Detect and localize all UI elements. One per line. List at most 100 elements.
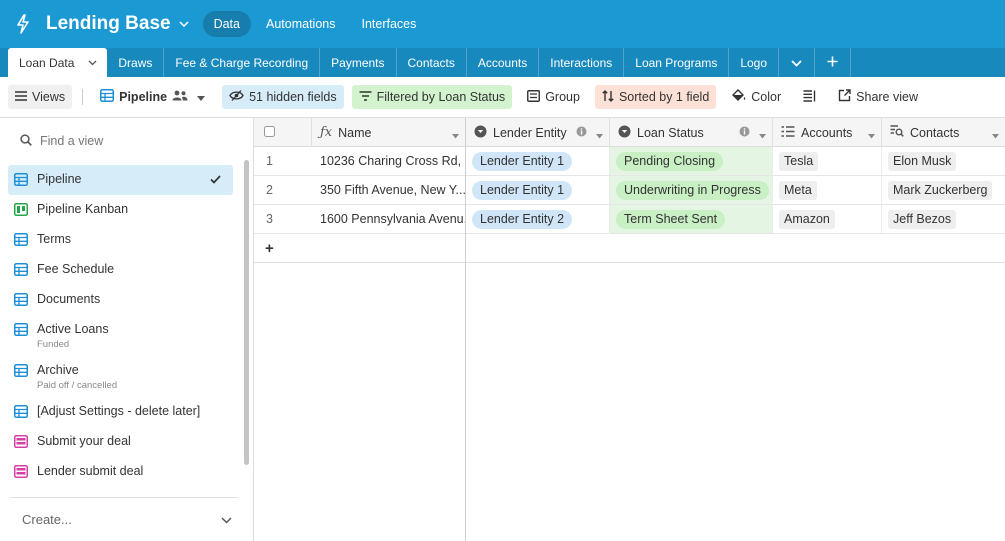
cell-loan-status[interactable]: Pending Closing [610, 147, 773, 175]
more-tabs-button[interactable] [779, 48, 816, 77]
linked-record-chip[interactable]: Meta [779, 180, 817, 200]
group-button[interactable]: Group [520, 85, 587, 109]
formula-icon: ƒx [320, 125, 333, 140]
sidebar-item-fee-schedule[interactable]: Fee Schedule [8, 255, 233, 285]
sidebar-item-lender-submit-deal[interactable]: Lender submit deal [8, 457, 233, 487]
tab-logo[interactable]: Logo [729, 48, 780, 77]
cell-lender-entity[interactable]: Lender Entity 1 [466, 176, 610, 204]
chevron-down-icon[interactable] [992, 128, 999, 142]
grid-view-icon [14, 405, 28, 421]
divider [10, 497, 238, 498]
nav-automations[interactable]: Automations [255, 11, 346, 37]
column-header-contacts[interactable]: Contacts [882, 118, 1005, 147]
cell-name[interactable]: 1600 Pennsylvania Avenu... [312, 205, 466, 233]
sidebar-item-pipeline[interactable]: Pipeline [8, 165, 233, 195]
sidebar-item-label: Documents [37, 292, 101, 306]
cell-accounts[interactable]: Meta [773, 176, 882, 204]
sidebar-item-label: Fee Schedule [37, 262, 115, 276]
table-row[interactable]: 3 1600 Pennsylvania Avenu... Lender Enti… [254, 205, 1005, 234]
bolt-icon [16, 14, 32, 34]
sidebar-item-documents[interactable]: Documents [8, 285, 233, 315]
view-sidebar: Find a view Pipeline Pipeline Kanban Ter… [0, 118, 254, 541]
find-view-search[interactable]: Find a view [0, 118, 253, 164]
cell-lender-entity[interactable]: Lender Entity 2 [466, 205, 610, 233]
column-header-loan-status[interactable]: Loan Status [610, 118, 773, 147]
color-button[interactable]: Color [724, 85, 788, 109]
views-toggle-button[interactable]: Views [8, 85, 73, 109]
view-toolbar: Views Pipeline 51 hidden fields Filtered… [0, 77, 1005, 118]
share-view-button[interactable]: Share view [831, 85, 925, 109]
link-record-icon [781, 125, 795, 140]
column-header-accounts[interactable]: Accounts [773, 118, 882, 147]
cell-name[interactable]: 350 Fifth Avenue, New Y... [312, 176, 466, 204]
cell-loan-status[interactable]: Term Sheet Sent [610, 205, 773, 233]
chevron-down-icon [221, 512, 232, 527]
sidebar-item-label: Terms [37, 232, 72, 246]
table-row[interactable]: 1 10236 Charing Cross Rd, ... Lender Ent… [254, 147, 1005, 176]
column-header-name[interactable]: ƒx Name [312, 118, 466, 147]
linked-record-chip[interactable]: Amazon [779, 209, 835, 229]
select-all-cell [254, 118, 312, 147]
cell-accounts[interactable]: Amazon [773, 205, 882, 233]
base-name[interactable]: Lending Base [46, 13, 171, 35]
tab-label: Loan Data [19, 55, 75, 70]
nav-data[interactable]: Data [202, 11, 251, 37]
cell-contacts[interactable]: Mark Zuckerberg [882, 176, 1005, 204]
tab-contacts[interactable]: Contacts [397, 48, 467, 77]
sidebar-item-submit-your-deal[interactable]: Submit your deal [8, 427, 233, 457]
create-view-button[interactable]: Create... [22, 512, 232, 527]
row-height-icon [803, 89, 816, 105]
tab-fee-charge-recording[interactable]: Fee & Charge Recording [164, 48, 321, 77]
share-view-label: Share view [856, 90, 918, 104]
sidebar-item-terms[interactable]: Terms [8, 225, 233, 255]
current-view-name: Pipeline [119, 90, 168, 104]
share-icon [838, 89, 851, 105]
chevron-down-icon[interactable] [759, 128, 766, 142]
sidebar-item-active-loans[interactable]: Active Loans Funded [8, 315, 233, 356]
sidebar-item-archive[interactable]: Archive Paid off / cancelled [8, 356, 233, 397]
tab-payments[interactable]: Payments [320, 48, 397, 77]
tab-draws[interactable]: Draws [107, 48, 165, 77]
chevron-down-icon[interactable] [88, 60, 97, 66]
tab-accounts[interactable]: Accounts [467, 48, 540, 77]
cell-contacts[interactable]: Elon Musk [882, 147, 1005, 175]
cell-loan-status[interactable]: Underwriting in Progress [610, 176, 773, 204]
chevron-down-icon[interactable] [868, 128, 875, 142]
info-icon[interactable] [576, 126, 587, 140]
add-record-row[interactable]: + [254, 235, 1005, 263]
select-all-checkbox[interactable] [264, 125, 275, 140]
chevron-down-icon[interactable] [452, 128, 459, 142]
current-view-button[interactable]: Pipeline [93, 85, 212, 109]
tab-interactions[interactable]: Interactions [539, 48, 625, 77]
cell-lender-entity[interactable]: Lender Entity 1 [466, 147, 610, 175]
column-header-lender-entity[interactable]: Lender Entity [466, 118, 610, 147]
cell-name[interactable]: 10236 Charing Cross Rd, ... [312, 147, 466, 175]
eye-off-icon [229, 90, 244, 104]
filter-icon [359, 90, 372, 104]
tab-loan-programs[interactable]: Loan Programs [624, 48, 730, 77]
sidebar-item-label: Lender submit deal [37, 464, 144, 478]
sidebar-item-label: Submit your deal [37, 434, 131, 448]
sidebar-item-adjust-settings[interactable]: [Adjust Settings - delete later] [8, 397, 233, 427]
add-record-button[interactable]: + [265, 240, 274, 257]
nav-interfaces[interactable]: Interfaces [350, 11, 427, 37]
plus-icon [827, 56, 838, 70]
info-icon[interactable] [739, 126, 750, 140]
lender-entity-pill: Lender Entity 1 [472, 151, 573, 171]
cell-contacts[interactable]: Jeff Bezos [882, 205, 1005, 233]
filter-button[interactable]: Filtered by Loan Status [351, 85, 513, 109]
sidebar-scrollbar[interactable] [244, 160, 249, 465]
table-row[interactable]: 2 350 Fifth Avenue, New Y... Lender Enti… [254, 176, 1005, 205]
loan-status-pill: Underwriting in Progress [616, 180, 769, 200]
chevron-down-icon[interactable] [596, 128, 603, 142]
chevron-down-icon[interactable] [179, 21, 189, 27]
cell-accounts[interactable]: Tesla [773, 147, 882, 175]
hidden-fields-button[interactable]: 51 hidden fields [222, 85, 344, 109]
sort-button[interactable]: Sorted by 1 field [594, 85, 717, 109]
sidebar-item-pipeline-kanban[interactable]: Pipeline Kanban [8, 195, 233, 225]
linked-record-chip[interactable]: Tesla [779, 151, 819, 171]
tab-loan-data[interactable]: Loan Data [8, 48, 108, 77]
grid-view-icon [14, 323, 28, 339]
row-height-button[interactable] [796, 85, 823, 109]
add-table-button[interactable] [815, 48, 852, 77]
